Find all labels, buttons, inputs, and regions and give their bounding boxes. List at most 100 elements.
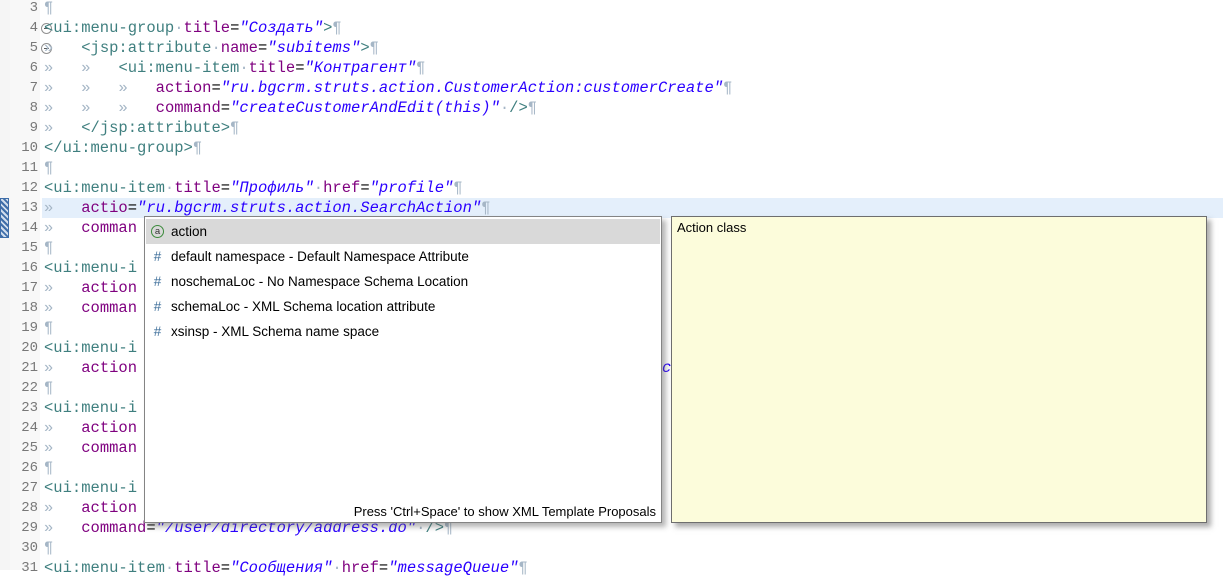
code-token: <ui:menu-item: [44, 559, 165, 577]
code-token: =: [295, 59, 304, 77]
code-line[interactable]: » » » action="ru.bgcrm.struts.action.Cus…: [44, 78, 732, 98]
whitespace-glyph: ·: [211, 39, 220, 57]
code-line[interactable]: ¶: [44, 378, 53, 398]
line-number: 16: [0, 258, 38, 278]
whitespace-glyph: »: [44, 499, 81, 517]
code-token: "messageQueue": [388, 559, 518, 577]
code-token: command: [81, 519, 146, 537]
proposal-label: schemaLoc - XML Schema location attribut…: [171, 299, 435, 314]
code-line[interactable]: <ui:menu-item·title="Сообщения"·href="me…: [44, 558, 528, 578]
whitespace-glyph: ¶: [370, 39, 379, 57]
code-token: =: [230, 19, 239, 37]
code-token: >: [323, 19, 332, 37]
proposal-info-text: Action class: [677, 220, 746, 235]
whitespace-glyph: ¶: [193, 139, 202, 157]
code-token: >: [360, 39, 369, 57]
code-line[interactable]: <ui:menu-i: [44, 258, 137, 278]
code-line[interactable]: ¶: [44, 158, 53, 178]
code-token: title: [174, 179, 221, 197]
code-line[interactable]: » » » command="createCustomerAndEdit(thi…: [44, 98, 537, 118]
code-line[interactable]: » actio="ru.bgcrm.struts.action.SearchAc…: [44, 198, 491, 218]
code-line[interactable]: » action: [44, 278, 137, 298]
code-token: href: [323, 179, 360, 197]
code-line[interactable]: » » <ui:menu-item·title="Контрагент"¶: [44, 58, 425, 78]
proposal-info-tooltip: Action class: [671, 216, 1207, 523]
code-token: =: [258, 39, 267, 57]
code-token: =: [221, 179, 230, 197]
line-number: 13: [0, 198, 38, 218]
code-token: <ui:menu-i: [44, 339, 137, 357]
line-number: 5: [0, 38, 38, 58]
line-number: 20: [0, 338, 38, 358]
code-line[interactable]: ¶: [44, 238, 53, 258]
proposal-item[interactable]: #schemaLoc - XML Schema location attribu…: [146, 294, 660, 319]
proposal-item[interactable]: #xsinsp - XML Schema name space: [146, 319, 660, 344]
code-line[interactable]: ¶: [44, 0, 53, 18]
code-line[interactable]: » comman: [44, 218, 137, 238]
whitespace-glyph: ·: [165, 179, 174, 197]
code-line[interactable]: » <jsp:attribute·name="subitems">¶: [44, 38, 379, 58]
code-token: =: [211, 79, 220, 97]
code-token: =: [221, 559, 230, 577]
code-line[interactable]: » comman: [44, 298, 137, 318]
code-line[interactable]: <ui:menu-i: [44, 478, 137, 498]
code-token: =: [360, 179, 369, 197]
line-number: 11: [0, 158, 38, 178]
code-line[interactable]: » </jsp:attribute>¶: [44, 118, 239, 138]
line-number: 21: [0, 358, 38, 378]
whitespace-glyph: ¶: [44, 319, 53, 337]
line-number: 17: [0, 278, 38, 298]
proposal-list[interactable]: aaction#default namespace - Default Name…: [146, 219, 660, 344]
line-number: 24: [0, 418, 38, 438]
whitespace-glyph: ¶: [44, 459, 53, 477]
content-assist-popup[interactable]: aaction#default namespace - Default Name…: [144, 216, 662, 523]
whitespace-glyph: »: [44, 439, 81, 457]
whitespace-glyph: ¶: [332, 19, 341, 37]
code-token: action: [81, 499, 137, 517]
code-token: "Создать": [239, 19, 323, 37]
code-token: comman: [81, 299, 137, 317]
line-number: 29: [0, 518, 38, 538]
whitespace-glyph: »: [44, 219, 81, 237]
assist-status-hint: Press 'Ctrl+Space' to show XML Template …: [354, 504, 656, 519]
code-line[interactable]: ¶: [44, 458, 53, 478]
code-token: name: [221, 39, 258, 57]
whitespace-glyph: ·: [314, 179, 323, 197]
code-line[interactable]: ¶: [44, 538, 53, 558]
line-number: 6: [0, 58, 38, 78]
whitespace-glyph: ¶: [44, 379, 53, 397]
whitespace-glyph: ·: [500, 99, 509, 117]
code-line[interactable]: » action: [44, 498, 137, 518]
code-token: </ui:menu-group>: [44, 139, 193, 157]
whitespace-glyph: ¶: [44, 239, 53, 257]
proposal-item[interactable]: #default namespace - Default Namespace A…: [146, 244, 660, 269]
whitespace-glyph: »: [81, 59, 118, 77]
proposal-item[interactable]: #noschemaLoc - No Namespace Schema Locat…: [146, 269, 660, 294]
line-number: 4: [0, 18, 38, 38]
code-token: "Контрагент": [305, 59, 417, 77]
proposal-label: default namespace - Default Namespace At…: [171, 249, 469, 264]
code-token: action: [81, 279, 137, 297]
whitespace-glyph: ¶: [44, 539, 53, 557]
code-line[interactable]: <ui:menu-i: [44, 338, 137, 358]
code-line[interactable]: <ui:menu-i: [44, 398, 137, 418]
code-line[interactable]: </ui:menu-group>¶: [44, 138, 202, 158]
whitespace-glyph: »: [44, 359, 81, 377]
code-token: title: [249, 59, 296, 77]
code-token: =: [221, 99, 230, 117]
line-number: 14: [0, 218, 38, 238]
whitespace-glyph: »: [44, 39, 81, 57]
code-line[interactable]: » action: [44, 418, 137, 438]
whitespace-glyph: ¶: [723, 79, 732, 97]
code-line[interactable]: <ui:menu-item·title="Профиль"·href="prof…: [44, 178, 463, 198]
line-number: 27: [0, 478, 38, 498]
proposal-item[interactable]: aaction: [146, 219, 660, 244]
code-token: </jsp:attribute>: [81, 119, 230, 137]
code-line[interactable]: <ui:menu-group·title="Создать">¶: [44, 18, 342, 38]
code-line[interactable]: » action: [44, 358, 137, 378]
whitespace-glyph: »: [44, 279, 81, 297]
code-line[interactable]: ¶: [44, 318, 53, 338]
occluded-code-fragment: c: [662, 358, 671, 378]
whitespace-glyph: »: [118, 99, 155, 117]
code-line[interactable]: » comman: [44, 438, 137, 458]
